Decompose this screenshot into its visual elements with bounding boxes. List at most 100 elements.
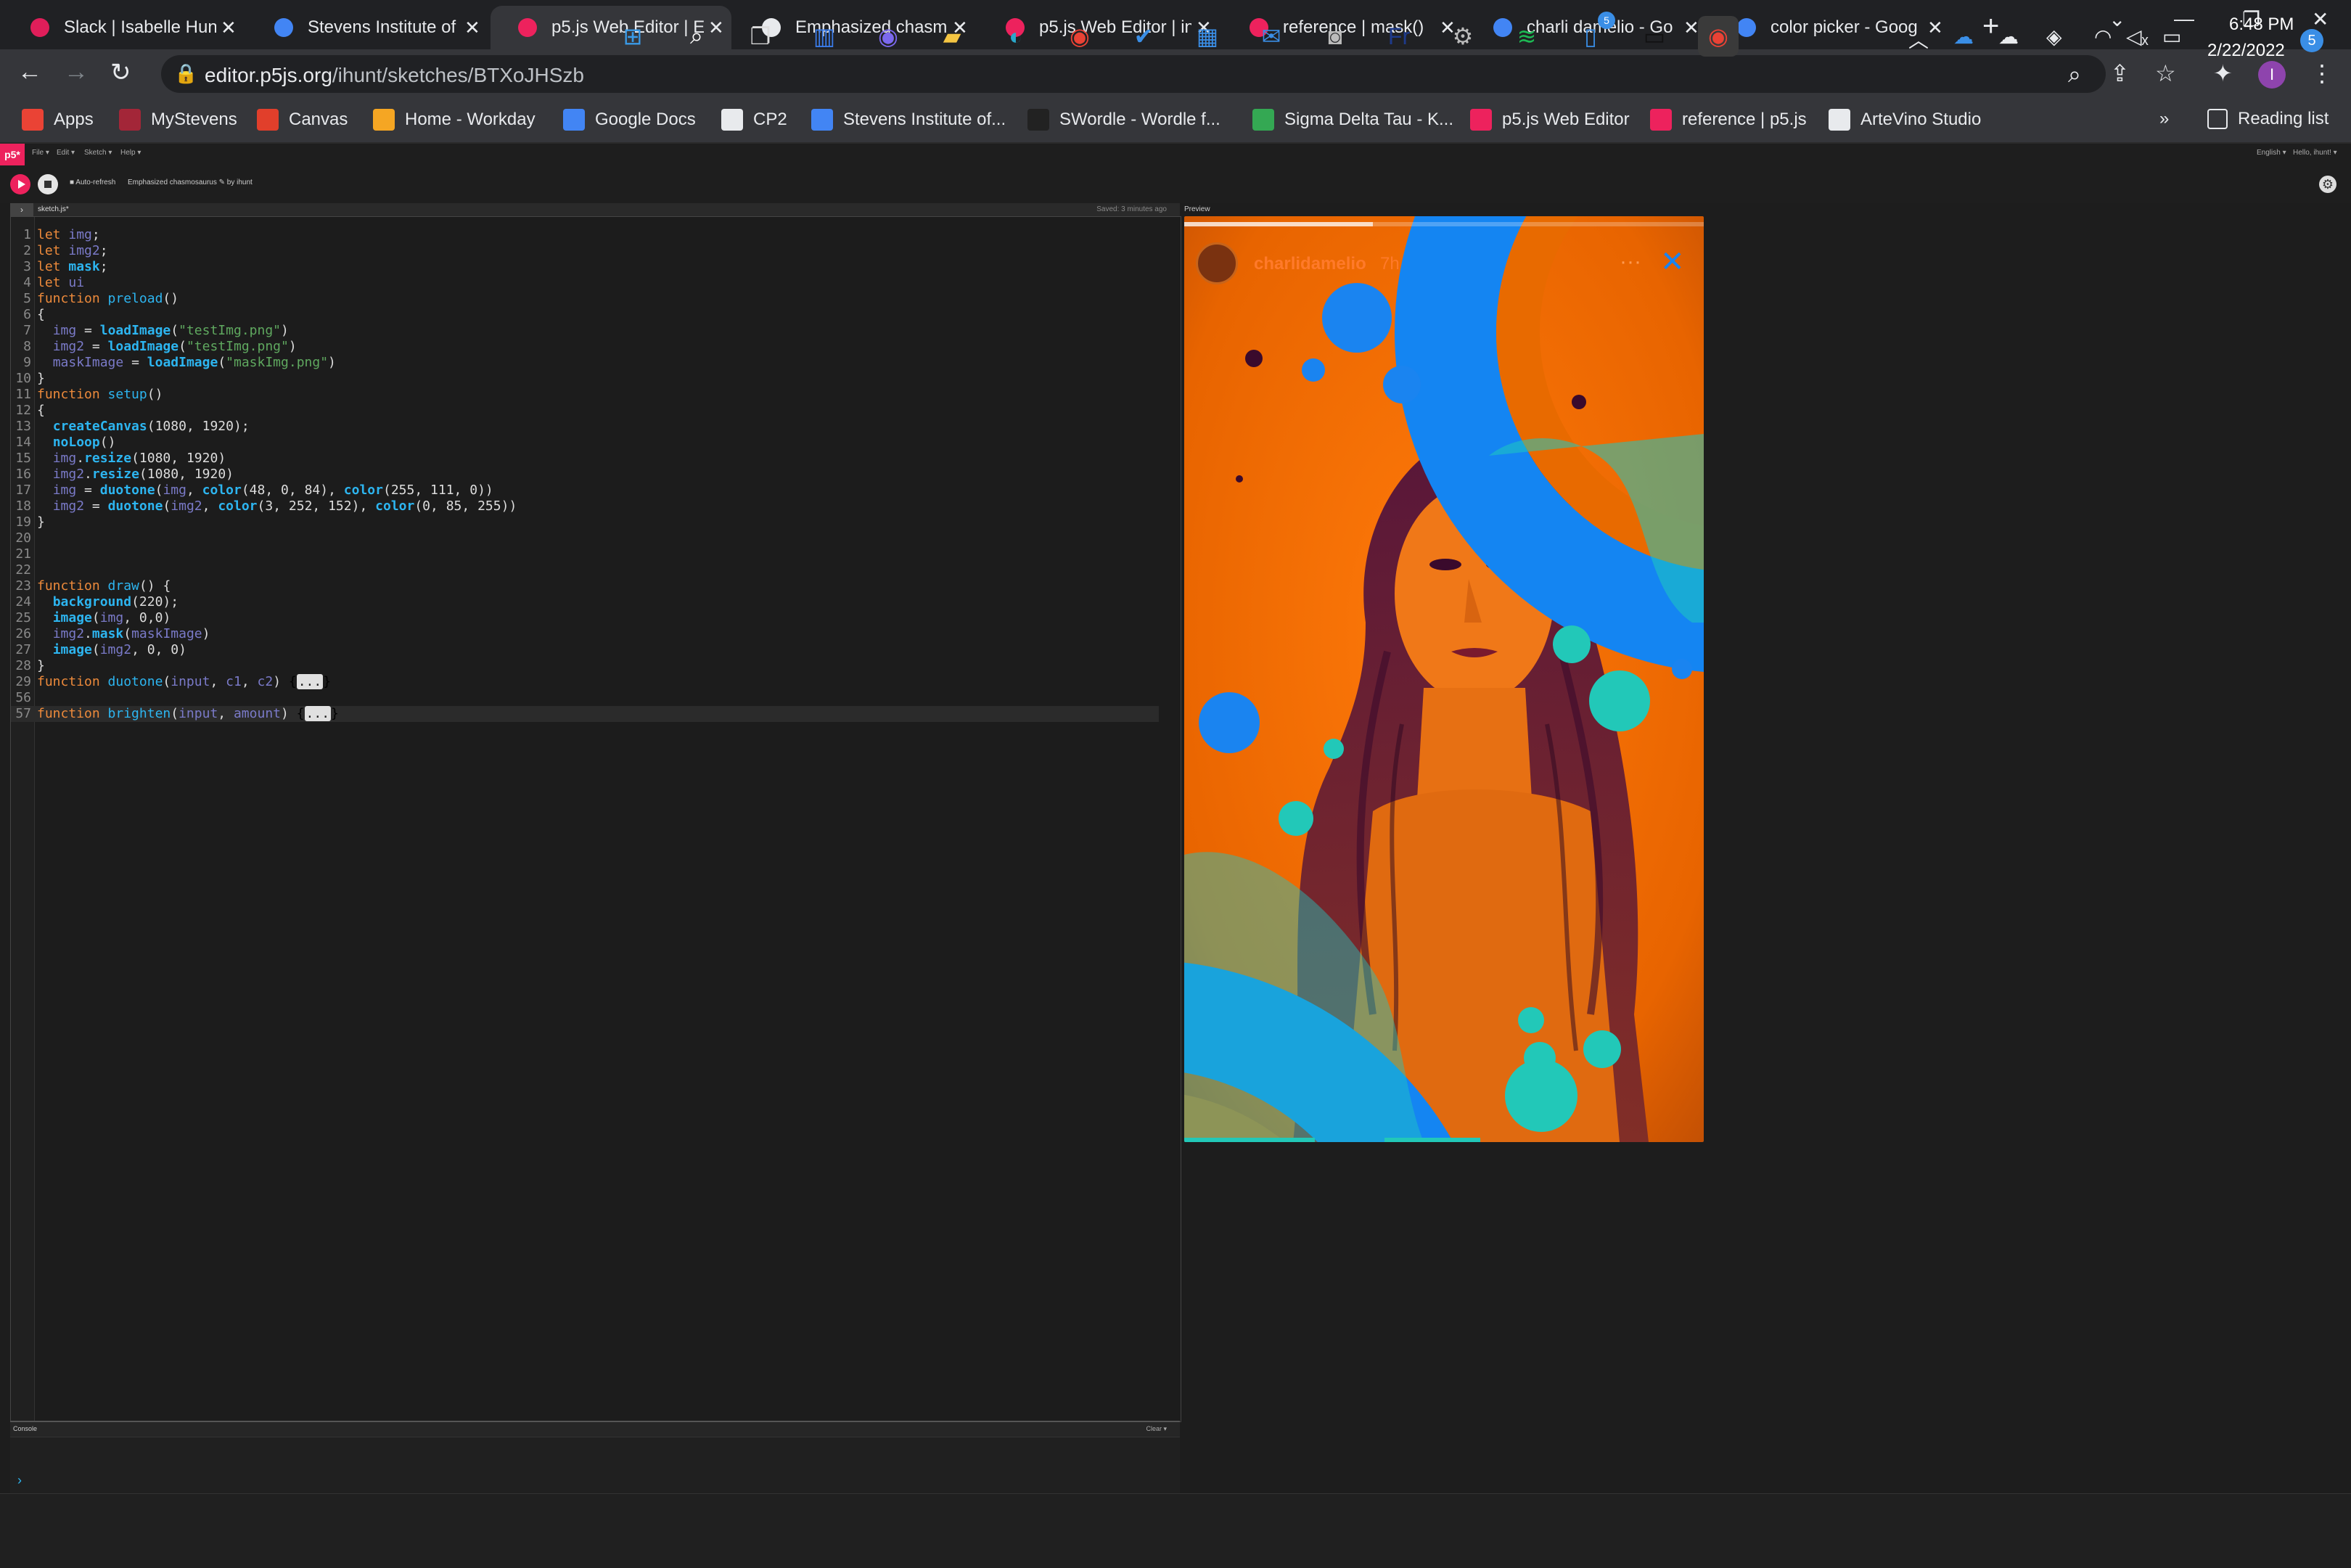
- code-line[interactable]: 25 image(img, 0,0): [11, 610, 1159, 626]
- terminal-icon[interactable]: ▭: [1634, 16, 1675, 57]
- profile-avatar[interactable]: I: [2258, 61, 2286, 89]
- p5-menu-help[interactable]: Help ▾: [120, 149, 141, 157]
- bookmark-4[interactable]: Google Docs: [563, 109, 696, 131]
- chrome-icon[interactable]: ◉: [1059, 16, 1100, 57]
- file-tab[interactable]: sketch.js*: [38, 205, 69, 213]
- code-line[interactable]: 7 img = loadImage("testImg.png"): [11, 323, 1159, 339]
- code-line[interactable]: 19}: [11, 514, 1159, 530]
- bookmark-1[interactable]: MyStevens: [119, 109, 237, 131]
- story-avatar[interactable]: [1196, 242, 1238, 284]
- forward-icon[interactable]: →: [64, 58, 89, 86]
- code-line[interactable]: 13 createCanvas(1080, 1920);: [11, 419, 1159, 435]
- bookmark-8[interactable]: Sigma Delta Tau - K...: [1252, 109, 1453, 131]
- code-line[interactable]: 29 function duotone(input, c1, c2) {...}: [11, 674, 1159, 690]
- code-line[interactable]: 5 function preload(): [11, 291, 1159, 307]
- bookmark-10[interactable]: reference | p5.js: [1650, 109, 1807, 131]
- code-line[interactable]: 8 img2 = loadImage("testImg.png"): [11, 339, 1159, 355]
- story-username[interactable]: charlidamelio: [1254, 254, 1366, 274]
- code-line[interactable]: 22: [11, 562, 1159, 578]
- p5-logo[interactable]: p5*: [0, 144, 25, 165]
- fresco-icon[interactable]: Fr: [1379, 16, 1419, 57]
- code-line[interactable]: 3 let mask;: [11, 259, 1159, 275]
- teams-chat-icon[interactable]: ◉: [868, 16, 908, 57]
- chrome-profile-icon[interactable]: ◉: [1698, 16, 1739, 57]
- search-icon[interactable]: ⌕: [676, 16, 717, 57]
- spotify-icon[interactable]: ≋: [1506, 16, 1547, 57]
- bookmark-6[interactable]: Stevens Institute of...: [811, 109, 1006, 131]
- bookmark-0[interactable]: Apps: [22, 109, 94, 131]
- bookmarks-overflow[interactable]: »: [2159, 109, 2169, 129]
- story-more-icon[interactable]: ···: [1620, 250, 1641, 274]
- onedrive-icon[interactable]: ☁: [1953, 25, 1974, 49]
- zoom-icon[interactable]: ⌕: [2068, 61, 2081, 89]
- stop-button[interactable]: [38, 174, 58, 194]
- clock-time[interactable]: 6:48 PM: [2229, 15, 2294, 35]
- windows-start-icon[interactable]: ⊞: [612, 16, 653, 57]
- bookmark-11[interactable]: ArteVino Studio: [1829, 109, 1981, 131]
- code-line[interactable]: 1 let img;: [11, 227, 1159, 243]
- tray-overflow-icon[interactable]: ︿: [1908, 25, 1929, 54]
- code-line[interactable]: 24 background(220);: [11, 594, 1159, 610]
- code-line[interactable]: 10}: [11, 371, 1159, 387]
- code-editor[interactable]: 1 let img; 2 let img2; 3 let mask; 4 let ui 5 fun…: [10, 216, 1181, 1422]
- console-clear-button[interactable]: Clear ▾: [1146, 1425, 1167, 1433]
- close-window-button[interactable]: ✕: [2312, 7, 2329, 31]
- code-line[interactable]: 2 let img2;: [11, 243, 1159, 259]
- phone-icon[interactable]: ▯ 5: [1570, 12, 1615, 57]
- volume-muted-icon[interactable]: ◁ₓ: [2126, 25, 2149, 49]
- bookmark-2[interactable]: Canvas: [257, 109, 348, 131]
- bookmark-9[interactable]: p5.js Web Editor: [1470, 109, 1630, 131]
- wifi-icon[interactable]: ◠: [2094, 25, 2112, 49]
- task-view-icon[interactable]: ❐: [740, 16, 781, 57]
- chrome-menu-icon[interactable]: ⋮: [2310, 59, 2334, 87]
- tab-close-icon[interactable]: ✕: [1927, 17, 1943, 39]
- dropbox-icon[interactable]: ◈: [2046, 25, 2062, 49]
- code-line[interactable]: 18 img2 = duotone(img2, color(3, 252, 15…: [11, 498, 1159, 514]
- code-line[interactable]: 28}: [11, 658, 1159, 674]
- todo-icon[interactable]: ✔: [1123, 16, 1164, 57]
- bookmark-5[interactable]: CP2: [721, 109, 787, 131]
- sketch-name[interactable]: Emphasized chasmosaurus ✎ by ihunt: [128, 178, 253, 186]
- code-line[interactable]: 27 image(img2, 0, 0): [11, 642, 1159, 658]
- tab-0[interactable]: Slack | Isabelle Hunt ✕: [3, 6, 244, 49]
- code-line[interactable]: 20: [11, 530, 1159, 546]
- cloud-icon[interactable]: ☁: [1998, 25, 2019, 49]
- bookmark-3[interactable]: Home - Workday: [373, 109, 536, 131]
- p5-menu-edit[interactable]: Edit ▾: [57, 149, 75, 157]
- new-tab-button[interactable]: +: [1982, 10, 1999, 43]
- reload-icon[interactable]: ↻: [110, 58, 131, 87]
- bookmark-7[interactable]: SWordle - Wordle f...: [1027, 109, 1220, 131]
- tab-1[interactable]: Stevens Institute of ✕: [247, 6, 488, 49]
- tab-close-icon[interactable]: ✕: [221, 17, 237, 39]
- code-line[interactable]: 57 function brighten(input, amount) {...}: [11, 706, 1159, 722]
- tab-close-icon[interactable]: ✕: [1683, 17, 1699, 39]
- code-line[interactable]: 17 img = duotone(img, color(48, 0, 84), …: [11, 483, 1159, 498]
- address-bar[interactable]: 🔒 editor.p5js.org/ihunt/sketches/BTXoJHS…: [161, 55, 2106, 93]
- battery-icon[interactable]: ▭: [2162, 25, 2181, 49]
- store-icon[interactable]: ▦: [1187, 16, 1228, 57]
- settings-icon[interactable]: ⚙: [1443, 16, 1483, 57]
- camera-icon[interactable]: ◙: [1315, 16, 1355, 57]
- code-line[interactable]: 4 let ui: [11, 275, 1159, 291]
- code-line[interactable]: 56: [11, 690, 1159, 706]
- code-line[interactable]: 16 img2.resize(1080, 1920): [11, 467, 1159, 483]
- file-explorer-icon[interactable]: ▰: [932, 16, 972, 57]
- sidebar-toggle-icon[interactable]: ›: [10, 203, 33, 216]
- extensions-icon[interactable]: ✦: [2213, 59, 2233, 87]
- back-icon[interactable]: ←: [17, 58, 42, 86]
- code-line[interactable]: 6{: [11, 307, 1159, 323]
- code-line[interactable]: 26 img2.mask(maskImage): [11, 626, 1159, 642]
- story-close-icon[interactable]: ✕: [1660, 245, 1685, 279]
- code-line[interactable]: 14 noLoop(): [11, 435, 1159, 451]
- code-line[interactable]: 23 function draw() {: [11, 578, 1159, 594]
- reading-list-button[interactable]: Reading list: [2207, 109, 2329, 129]
- console-input[interactable]: ›: [17, 1473, 22, 1488]
- tab-close-icon[interactable]: ✕: [464, 17, 480, 39]
- mail-icon[interactable]: ✉: [1251, 16, 1292, 57]
- p5-user-menu[interactable]: Hello, ihunt! ▾: [2293, 149, 2337, 157]
- p5-menu-file[interactable]: File ▾: [32, 149, 49, 157]
- auto-refresh-checkbox[interactable]: ■ Auto-refresh: [70, 178, 115, 186]
- code-line[interactable]: 12 {: [11, 403, 1159, 419]
- code-line[interactable]: 15 img.resize(1080, 1920): [11, 451, 1159, 467]
- p5-settings-gear-icon[interactable]: ⚙: [2319, 176, 2336, 193]
